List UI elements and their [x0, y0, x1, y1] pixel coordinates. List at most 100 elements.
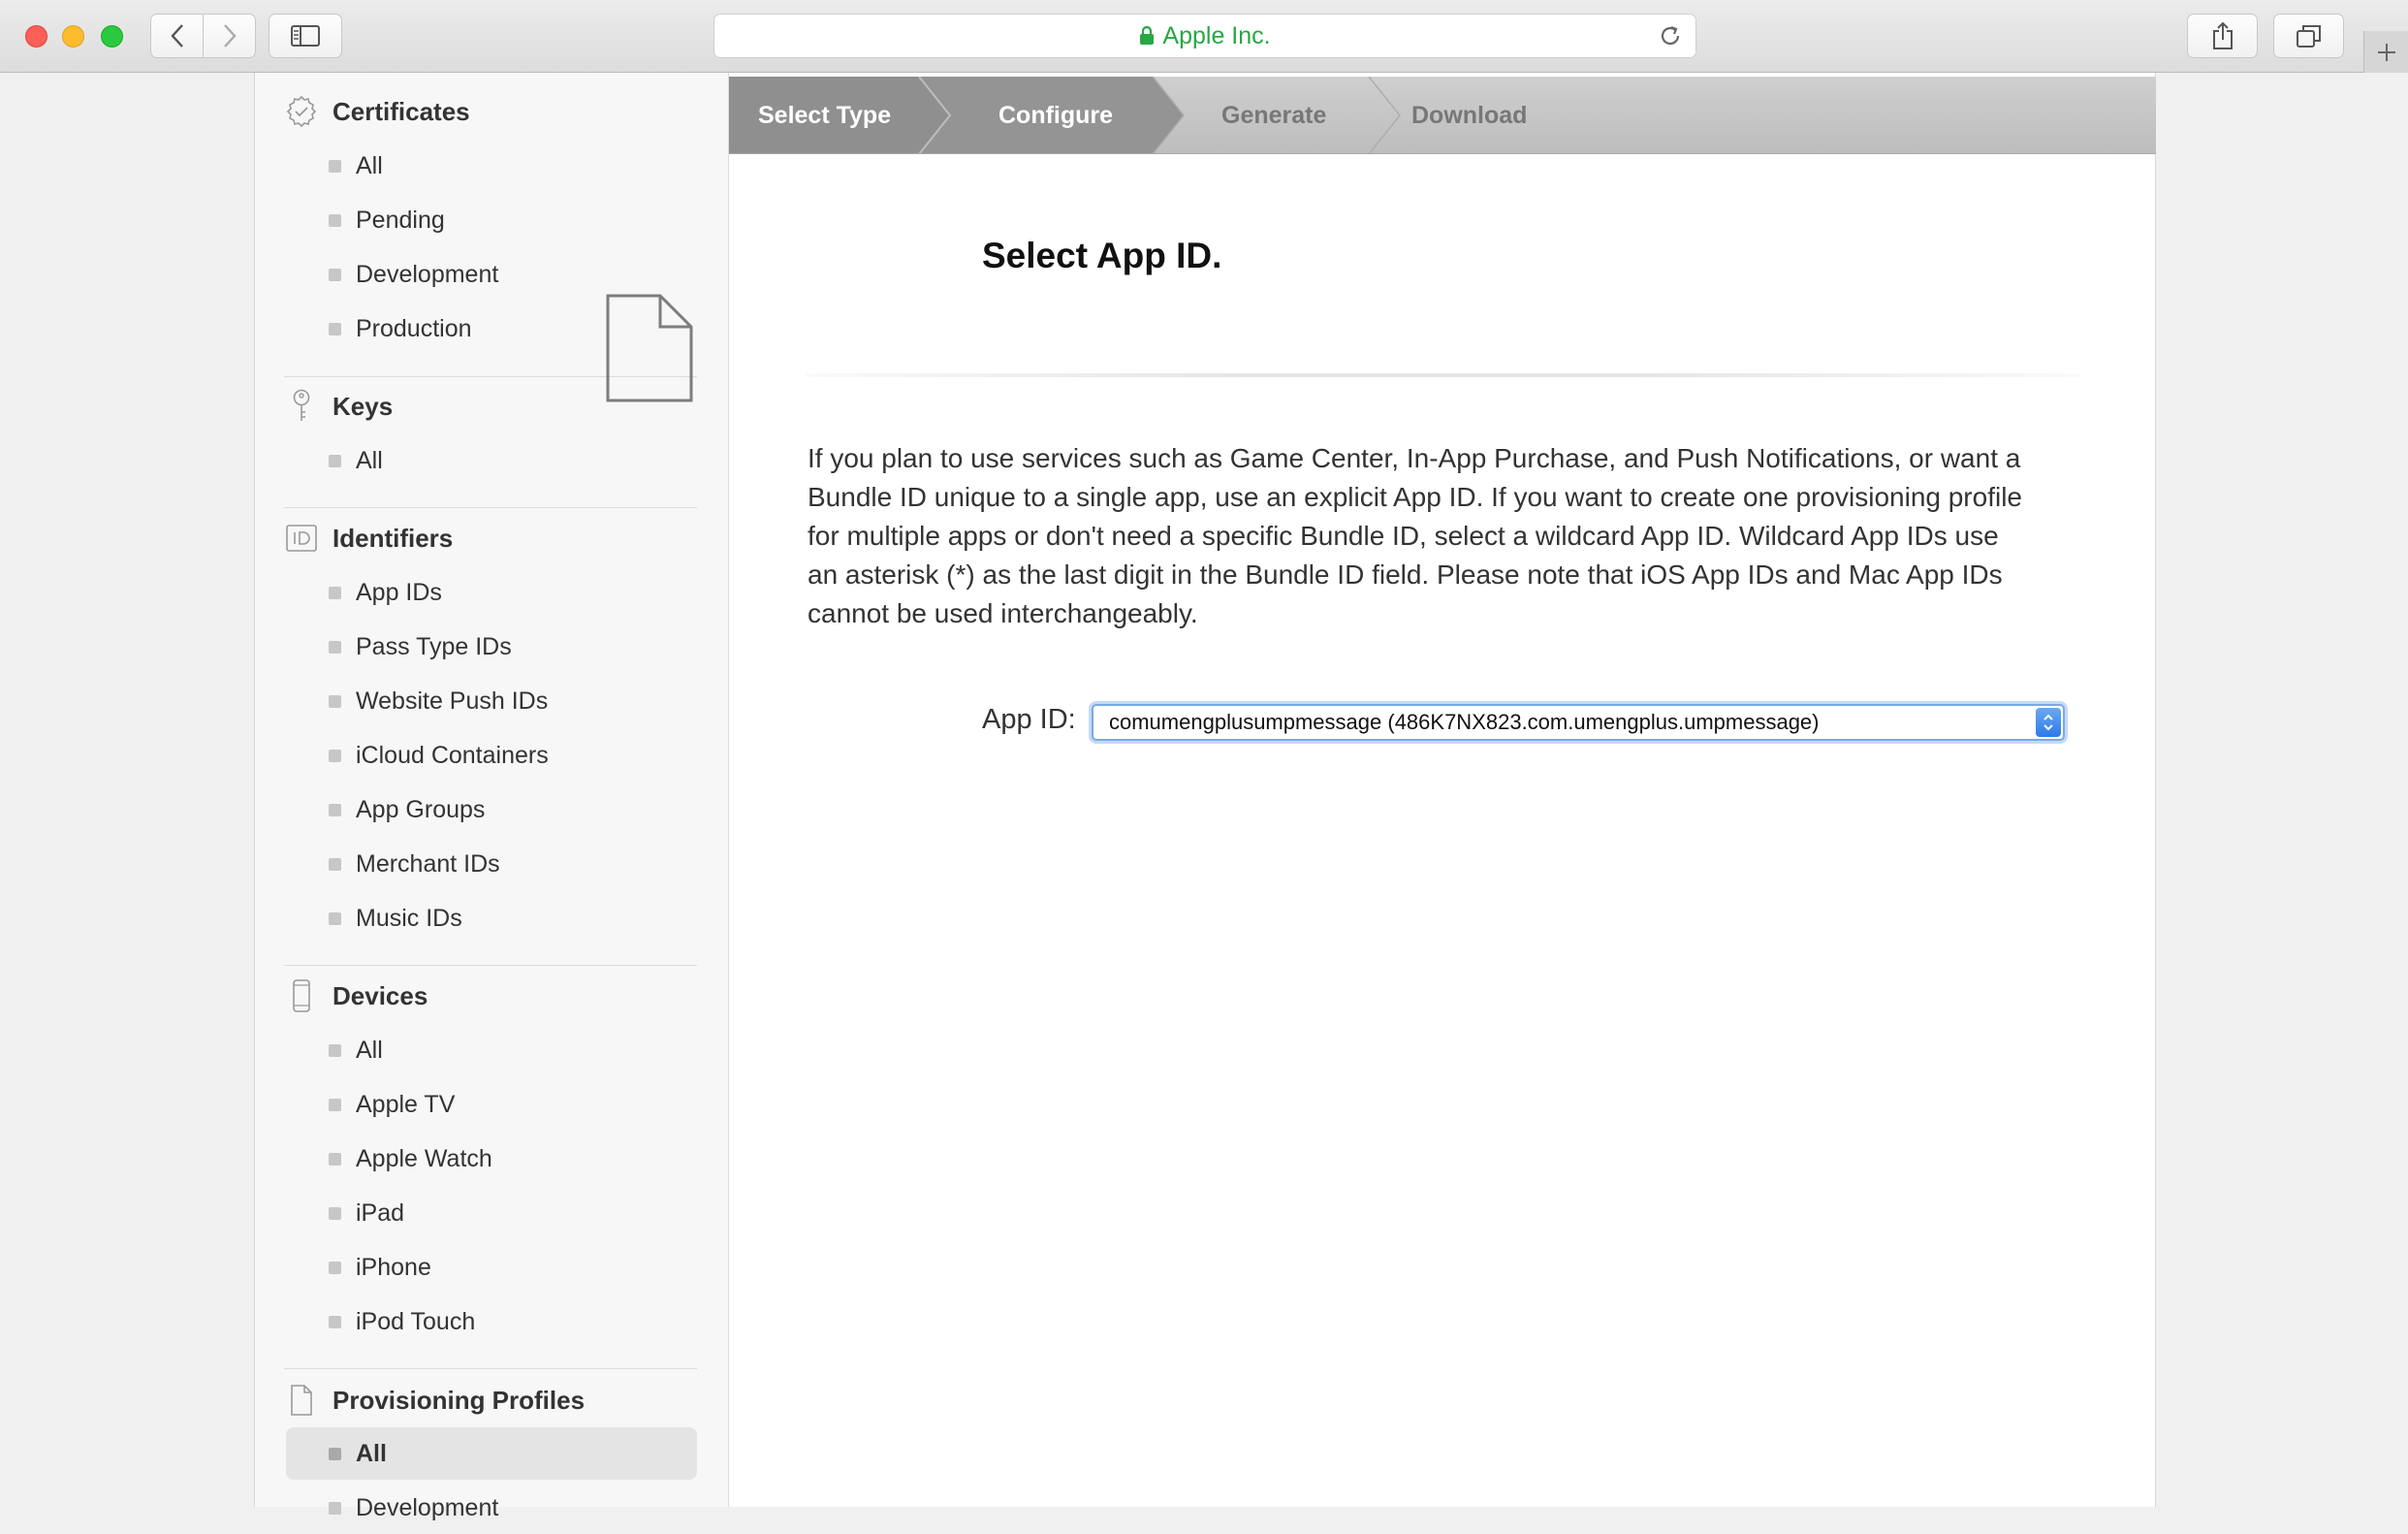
share-button[interactable] [2187, 14, 2258, 58]
device-icon [284, 978, 319, 1013]
section-title: Provisioning Profiles [333, 1385, 586, 1415]
sidebar-item-apple-tv[interactable]: Apple TV [286, 1078, 697, 1131]
sidebar-item-label: Merchant IDs [356, 849, 500, 878]
sidebar-item-app-ids[interactable]: App IDs [286, 566, 697, 619]
sidebar-divider [284, 507, 697, 508]
bullet [329, 803, 341, 816]
sidebar-item-label: iCloud Containers [356, 741, 549, 769]
sidebar-section-identifiers[interactable]: Identifiers [284, 519, 453, 558]
window-zoom-button[interactable] [101, 25, 123, 48]
sidebar-item-label: Apple TV [356, 1090, 456, 1118]
sidebar-item-label: All [356, 1036, 383, 1064]
sidebar-item-label: iPad [356, 1198, 405, 1227]
sidebar-item-label: Pass Type IDs [356, 632, 512, 660]
forward-button[interactable] [204, 15, 255, 57]
sidebar-section-certificates[interactable]: Certificates [284, 92, 470, 131]
sidebar-item-label: Apple Watch [356, 1144, 492, 1172]
bullet [329, 454, 341, 467]
sidebar-section-devices[interactable]: Devices [284, 976, 428, 1015]
sidebar-item-apple-watch[interactable]: Apple Watch [286, 1133, 697, 1185]
sidebar-item-label: Music IDs [356, 904, 462, 932]
sidebar-item-profiles-all[interactable]: All [286, 1427, 697, 1480]
certificate-badge-icon [284, 94, 319, 129]
sidebar-item-keys-all[interactable]: All [286, 434, 697, 487]
app-id-select[interactable]: comumengplusumpmessage (486K7NX823.com.u… [1092, 704, 2065, 741]
show-tabs-button[interactable] [2273, 14, 2344, 58]
sidebar-section-provisioning-profiles[interactable]: Provisioning Profiles [284, 1381, 585, 1420]
back-button[interactable] [151, 15, 204, 57]
sidebar-divider [284, 1368, 697, 1369]
document-icon [606, 294, 693, 402]
sidebar-item-label: Production [356, 314, 472, 342]
sidebar-item-merchant-ids[interactable]: Merchant IDs [286, 838, 697, 890]
sidebar-item-label: Development [356, 1493, 499, 1521]
sidebar-item-icloud-containers[interactable]: iCloud Containers [286, 729, 697, 782]
select-arrows-icon [2036, 708, 2061, 737]
sidebar-item-label: All [356, 1439, 387, 1467]
window-minimize-button[interactable] [62, 25, 84, 48]
chevron-left-icon [170, 24, 183, 48]
sidebar-item-iphone[interactable]: iPhone [286, 1241, 697, 1294]
sidebar-item-label: All [356, 446, 383, 474]
bullet [329, 1261, 341, 1274]
sidebar-item-label: Development [356, 260, 499, 288]
sidebar-item-ipod-touch[interactable]: iPod Touch [286, 1295, 697, 1348]
bullet [329, 694, 341, 708]
sidebar-item-label: iPhone [356, 1253, 431, 1281]
sidebar-item-pass-type-ids[interactable]: Pass Type IDs [286, 621, 697, 673]
document-icon [284, 1383, 319, 1418]
share-icon [2212, 21, 2233, 49]
id-icon [284, 521, 319, 556]
bullet [329, 268, 341, 281]
key-icon [284, 389, 319, 424]
lock-icon [1140, 26, 1155, 45]
description-text: If you plan to use services such as Game… [808, 443, 2022, 628]
sidebar-section-keys[interactable]: Keys [284, 387, 393, 426]
section-title: Devices [333, 980, 428, 1010]
bullet [329, 911, 341, 925]
bullet [329, 1447, 341, 1460]
sidebar-item-ipad[interactable]: iPad [286, 1187, 697, 1239]
sidebar-item-website-push-ids[interactable]: Website Push IDs [286, 675, 697, 727]
bullet [329, 159, 341, 173]
reload-button[interactable] [1659, 24, 1682, 52]
bullet [329, 1315, 341, 1328]
sidebar-item-label: All [356, 151, 383, 179]
sidebar-icon [291, 25, 320, 47]
bullet [329, 1098, 341, 1111]
sidebar-item-label: Pending [356, 206, 445, 234]
tabs-icon [2296, 25, 2321, 48]
sidebar-item-devices-all[interactable]: All [286, 1024, 697, 1076]
section-title: Identifiers [333, 523, 454, 553]
sidebar-item-certificates-all[interactable]: All [286, 140, 697, 192]
sidebar-item-label: App Groups [356, 795, 486, 823]
reload-icon [1661, 25, 1680, 46]
sidebar-item-certificates-pending[interactable]: Pending [286, 194, 697, 246]
section-title: Certificates [333, 96, 470, 126]
bullet [329, 1043, 341, 1057]
sidebar-divider [284, 965, 697, 966]
window-close-button[interactable] [25, 25, 48, 48]
browser-toolbar: Apple Inc. [0, 0, 2408, 73]
sidebar-toggle-button[interactable] [269, 14, 342, 58]
sidebar-item-music-ids[interactable]: Music IDs [286, 892, 697, 944]
bullet [329, 213, 341, 227]
bullet [329, 1152, 341, 1166]
step-generate: Generate [1221, 101, 1327, 129]
bullet [329, 749, 341, 762]
step-download: Download [1411, 101, 1528, 129]
address-bar[interactable]: Apple Inc. [713, 14, 1696, 58]
sidebar-item-label: App IDs [356, 578, 442, 606]
sidebar-item-certificates-development[interactable]: Development [286, 248, 697, 301]
sidebar-item-app-groups[interactable]: App Groups [286, 783, 697, 836]
back-forward-group [150, 14, 256, 58]
new-tab-button[interactable] [2363, 31, 2408, 73]
plus-icon [2377, 43, 2395, 61]
bullet [329, 322, 341, 336]
sidebar-item-profiles-development[interactable]: Development [286, 1482, 697, 1534]
wizard-steps: Select Type Configure Generate Download [729, 77, 2156, 154]
sidebar-item-label: iPod Touch [356, 1307, 476, 1335]
step-configure: Configure [998, 101, 1114, 129]
sidebar: Certificates All Pending Development Pro… [255, 73, 729, 1521]
bullet [329, 1206, 341, 1220]
